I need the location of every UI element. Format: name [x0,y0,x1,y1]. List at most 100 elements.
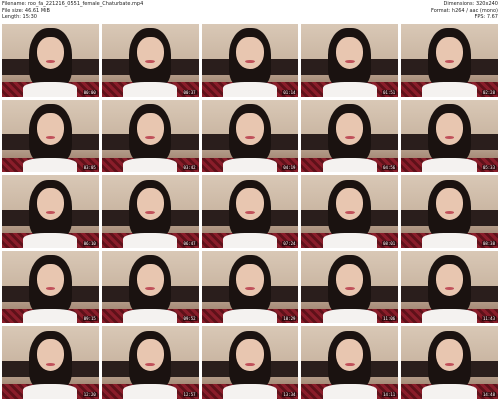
thumbnail-lips [45,135,56,139]
thumbnail-face [136,188,164,221]
thumbnail-face [136,339,164,372]
timestamp-label: 04:19 [282,165,297,171]
timestamp-label: 11:43 [481,316,496,322]
thumbnail-shirt [422,233,477,248]
thumbnail-face [336,263,364,296]
thumbnail-lips [245,287,255,290]
thumbnail-lips [344,135,355,139]
thumbnail-shirt [23,82,78,97]
thumbnail-shirt [23,233,78,248]
thumbnail-lips [344,362,355,366]
timestamp-label: 05:33 [481,165,496,171]
thumbnail-shirt [322,308,377,324]
thumbnail-shirt [322,384,377,399]
video-thumbnail: 08:38 [401,175,498,248]
thumbnail-face [36,37,64,69]
timestamp-label: 14:48 [481,391,496,397]
timestamp-label: 09:52 [182,316,197,322]
timestamp-label: 12:20 [82,391,97,397]
metadata-right: Dimensions: 320x240 Format: h264 / aac (… [431,1,498,21]
timestamp-label: 03:05 [82,165,97,171]
thumbnail-lips [45,287,56,290]
timestamp-label: 06:10 [82,240,97,246]
video-thumbnail: 11:43 [401,250,498,324]
thumbnail-face [136,263,164,296]
length-label: Length: 15:30 [2,14,37,20]
timestamp-label: 07:24 [282,240,297,246]
timestamp-label: 00:00 [82,89,97,95]
timestamp-label: 04:56 [382,165,397,171]
timestamp-label: 08:38 [481,240,496,246]
fps-label: FPS: 7.67 [474,14,498,20]
timestamp-label: 01:51 [382,89,397,95]
thumbnail-face [436,37,464,69]
thumbnail-shirt [123,157,178,173]
thumbnail-lips [45,362,56,366]
thumbnail-face [136,37,164,69]
timestamp-label: 01:14 [282,89,297,95]
timestamp-label: 09:15 [82,316,97,322]
thumbnail-shirt [222,384,278,399]
thumbnail-shirt [222,233,278,248]
thumbnail-face [236,339,264,372]
metadata-header: Filename: roo_fa_221216_0551_female_Chat… [0,0,500,24]
video-thumbnail: 03:42 [101,99,199,173]
thumbnail-shirt [123,82,178,97]
thumbnail-face [336,112,364,145]
metadata-left: Filename: roo_fa_221216_0551_female_Chat… [2,1,143,21]
thumbnail-lips [145,362,156,366]
thumbnail-lips [444,362,455,366]
filename-label: Filename: roo_fa_221216_0551_female_Chat… [2,1,144,7]
thumbnail-shirt [422,157,477,173]
video-thumbnail: 09:15 [2,250,99,324]
thumbnail-lips [145,287,156,290]
thumbnail-shirt [222,82,278,97]
video-thumbnail: 12:20 [2,326,99,399]
thumbnail-face [36,112,64,145]
timestamp-label: 03:42 [182,165,197,171]
thumbnail-lips [444,135,455,139]
video-thumbnail: 02:28 [401,24,498,97]
thumbnail-lips [245,362,255,366]
timestamp-label: 12:57 [182,391,197,397]
thumbnail-shirt [123,308,178,324]
video-thumbnail: 04:19 [201,99,299,173]
contact-sheet: Filename: roo_fa_221216_0551_female_Chat… [0,0,500,401]
thumbnail-face [236,263,264,296]
video-thumbnail: 14:11 [301,326,399,399]
video-thumbnail: 00:00 [2,24,99,97]
thumbnail-shirt [23,308,78,324]
thumbnail-shirt [123,384,178,399]
timestamp-label: 11:06 [382,316,397,322]
thumbnail-lips [344,287,355,290]
thumbnail-shirt [322,82,377,97]
thumbnail-face [36,263,64,296]
video-thumbnail: 13:34 [201,326,299,399]
video-thumbnail: 10:29 [201,250,299,324]
thumbnail-face [436,263,464,296]
thumbnail-face [436,112,464,145]
thumbnail-shirt [23,384,78,399]
thumbnail-shirt [422,82,477,97]
thumbnail-lips [245,135,255,139]
video-thumbnail: 08:01 [301,175,399,248]
thumbnail-shirt [123,233,178,248]
video-thumbnail: 12:57 [101,326,199,399]
video-thumbnail: 01:14 [201,24,299,97]
thumbnail-face [236,37,264,69]
video-thumbnail: 03:05 [2,99,99,173]
video-thumbnail: 01:51 [301,24,399,97]
thumbnail-face [136,112,164,145]
timestamp-label: 02:28 [481,89,496,95]
timestamp-label: 08:01 [382,240,397,246]
thumbnail-shirt [222,308,278,324]
video-thumbnail: 00:37 [101,24,199,97]
video-thumbnail: 07:24 [201,175,299,248]
video-thumbnail: 06:10 [2,175,99,248]
video-thumbnail: 09:52 [101,250,199,324]
timestamp-label: 06:47 [182,240,197,246]
thumbnail-shirt [322,233,377,248]
video-thumbnail: 04:56 [301,99,399,173]
thumbnail-face [36,188,64,221]
timestamp-label: 13:34 [282,391,297,397]
